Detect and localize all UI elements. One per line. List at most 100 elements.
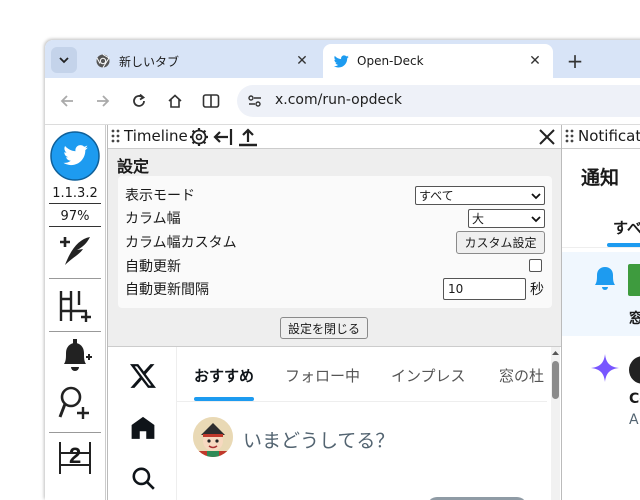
column-settings-button[interactable]	[188, 126, 210, 147]
setting-label: 自動更新	[125, 259, 181, 275]
page-content: 1.1.3.2 97% 2 Timeline 設定 表示モード すべて カラム幅…	[45, 125, 640, 500]
tabs-divider	[177, 401, 547, 402]
x-main: おすすめ フォロー中 インプレス 窓の杜 いまどうしてる？	[177, 347, 547, 500]
close-tab-icon[interactable]: ✕	[525, 51, 545, 71]
upload-icon	[239, 127, 257, 146]
setting-label: カラム幅	[125, 211, 181, 227]
custom-width-button[interactable]: カスタム設定	[456, 231, 545, 254]
notifications-tab-all[interactable]: すべ	[613, 217, 640, 238]
search-icon[interactable]	[128, 463, 158, 493]
home-icon	[168, 94, 182, 108]
tabs-divider	[562, 247, 640, 248]
x-embedded-frame: おすすめ フォロー中 インプレス 窓の杜 いまどうしてる？	[108, 347, 561, 500]
compose-icon	[60, 237, 90, 265]
split-view-icon	[202, 94, 220, 108]
home-icon[interactable]	[128, 413, 158, 443]
site-info-icon[interactable]	[247, 93, 263, 113]
select-value: すべて	[419, 189, 454, 203]
notification-thumbnail	[628, 264, 640, 296]
notification-text: A	[629, 412, 639, 428]
browser-window: 新しいタブ ✕ Open-Deck ✕ + x.com/run-opdeck 1…	[45, 40, 640, 500]
select-value: 大	[472, 212, 485, 226]
arrow-right-icon	[97, 95, 110, 107]
upload-button[interactable]	[237, 126, 259, 147]
notification-bell-icon	[64, 339, 92, 371]
version-label: 1.1.3.2	[49, 186, 101, 204]
column-header: Notificat	[562, 125, 640, 149]
browser-toolbar: x.com/run-opdeck	[45, 78, 640, 125]
setting-label: 表示モード	[125, 188, 195, 204]
home-button[interactable]	[163, 89, 187, 113]
notification-text: Co	[629, 391, 640, 407]
x-tab-madonomori[interactable]: 窓の杜	[499, 365, 544, 386]
close-column-button[interactable]	[536, 126, 558, 147]
notification-item[interactable]: 窓	[562, 252, 640, 336]
display-mode-select[interactable]: すべて	[415, 186, 545, 205]
auto-update-checkbox[interactable]	[529, 259, 542, 272]
compose-placeholder[interactable]: いまどうしてる？	[243, 426, 394, 453]
scrollbar-thumb[interactable]	[552, 361, 559, 399]
notification-text: 窓	[629, 311, 640, 327]
x-logo-icon[interactable]	[128, 361, 158, 391]
add-column-icon	[59, 291, 91, 322]
chevron-down-icon	[531, 215, 541, 222]
compose-button[interactable]	[55, 231, 95, 271]
search-add-icon	[58, 386, 89, 419]
address-bar[interactable]: x.com/run-opdeck	[237, 85, 640, 117]
back-button[interactable]	[55, 89, 79, 113]
chrome-icon	[95, 53, 111, 69]
split-view-button[interactable]	[199, 89, 223, 113]
column-title: Timeline	[124, 127, 188, 145]
tab-open-deck[interactable]: Open-Deck ✕	[323, 44, 553, 78]
url-text: x.com/run-opdeck	[275, 92, 402, 108]
setting-label: カラム幅カスタム	[125, 235, 237, 251]
scroll-up-arrow-icon[interactable]	[551, 349, 560, 357]
x-tab-recommended[interactable]: おすすめ	[194, 365, 254, 386]
column-header: Timeline	[108, 125, 561, 149]
x-tab-following[interactable]: フォロー中	[285, 365, 360, 386]
column-count-button[interactable]: 2	[55, 437, 95, 477]
reload-icon	[133, 93, 146, 107]
tab-new-tab[interactable]: 新しいタブ ✕	[85, 44, 320, 78]
settings-title: 設定	[117, 157, 150, 176]
gear-icon	[190, 127, 208, 146]
zoom-level[interactable]: 97%	[49, 209, 101, 227]
settings-box: 表示モード すべて カラム幅 大 カラム幅カスタム カスタム設定 自動更新 自動…	[118, 176, 552, 308]
avatar	[629, 356, 640, 384]
drag-handle-icon[interactable]	[111, 129, 120, 143]
page-title: 通知	[581, 167, 620, 189]
chevron-down-icon	[59, 57, 69, 64]
sidebar-divider	[49, 278, 101, 279]
sidebar-divider	[49, 432, 101, 433]
new-tab-button[interactable]: +	[563, 49, 587, 73]
column-width-select[interactable]: 大	[468, 209, 545, 228]
tab-title: 新しいタブ	[119, 54, 180, 69]
x-tab-impress[interactable]: インプレス	[391, 365, 466, 386]
update-interval-input[interactable]: 10	[443, 278, 526, 300]
drag-handle-icon[interactable]	[565, 129, 574, 143]
close-tab-icon[interactable]: ✕	[292, 51, 312, 71]
tab-strip: 新しいタブ ✕ Open-Deck ✕ +	[45, 40, 640, 78]
scrollbar[interactable]	[551, 347, 560, 500]
arrow-left-bar-icon	[213, 128, 233, 145]
timeline-column: Timeline 設定 表示モード すべて カラム幅 大 カラム幅カスタム カス…	[107, 125, 562, 500]
notification-bell-icon	[595, 267, 615, 290]
twitter-logo-icon[interactable]	[50, 131, 100, 181]
forward-button[interactable]	[91, 89, 115, 113]
tab-title: Open-Deck	[357, 54, 424, 68]
tab-search-button[interactable]	[51, 47, 77, 73]
sparkle-star-icon	[591, 354, 619, 382]
notifications-button[interactable]	[55, 335, 95, 375]
reload-button[interactable]	[127, 89, 151, 113]
close-settings-button[interactable]: 設定を閉じる	[280, 317, 368, 339]
setting-label: 自動更新間隔	[125, 282, 209, 298]
move-column-left-button[interactable]	[212, 126, 234, 147]
notification-item[interactable]: Co A	[562, 336, 640, 428]
add-search-column-button[interactable]	[55, 383, 95, 423]
add-column-button[interactable]	[55, 285, 95, 325]
column-title: Notificat	[578, 127, 640, 145]
avatar[interactable]	[193, 417, 233, 457]
column-count-label: 2	[69, 443, 82, 468]
x-side-nav	[108, 347, 177, 500]
twitter-bird-icon	[333, 53, 349, 69]
